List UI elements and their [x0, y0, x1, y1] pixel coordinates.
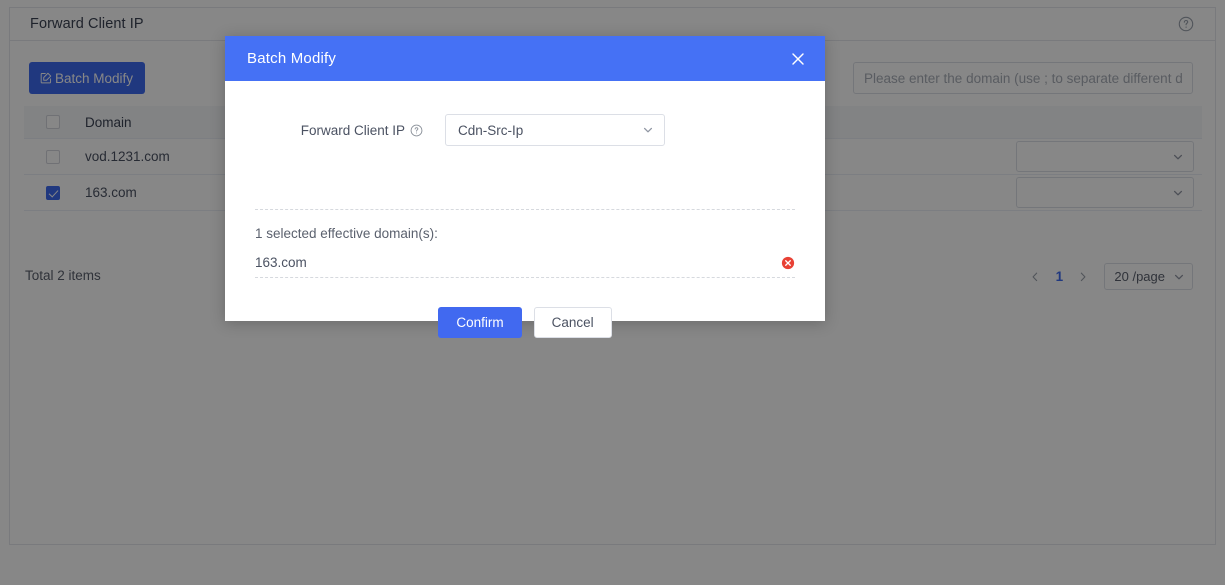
close-icon[interactable] [789, 50, 807, 68]
remove-circle-icon[interactable] [781, 256, 795, 270]
divider-bottom [255, 277, 795, 278]
cancel-button[interactable]: Cancel [533, 307, 612, 338]
forward-client-ip-select[interactable]: Cdn-Src-Ip [445, 114, 665, 146]
dialog-body: Forward Client IP Cdn-Src-Ip 1 selected … [225, 81, 825, 338]
confirm-button[interactable]: Confirm [438, 307, 522, 338]
divider-top [255, 209, 795, 210]
batch-modify-dialog: Batch Modify Forward Client IP Cdn-Src-I… [225, 36, 825, 338]
selected-domain-name: 163.com [255, 255, 307, 270]
forward-client-ip-label: Forward Client IP [300, 122, 405, 138]
dialog-header: Batch Modify [225, 36, 825, 81]
forward-client-ip-label-group: Forward Client IP [225, 123, 423, 138]
question-circle-icon[interactable] [410, 124, 423, 137]
dialog-actions: Confirm Cancel [225, 307, 825, 338]
forward-client-ip-form-row: Forward Client IP Cdn-Src-Ip [225, 81, 825, 146]
chevron-down-icon [642, 124, 654, 136]
selected-domains-label: 1 selected effective domain(s): [255, 226, 438, 241]
selected-domain-item: 163.com [255, 255, 795, 270]
dialog-title: Batch Modify [247, 50, 337, 67]
forward-client-ip-select-value: Cdn-Src-Ip [458, 122, 524, 138]
